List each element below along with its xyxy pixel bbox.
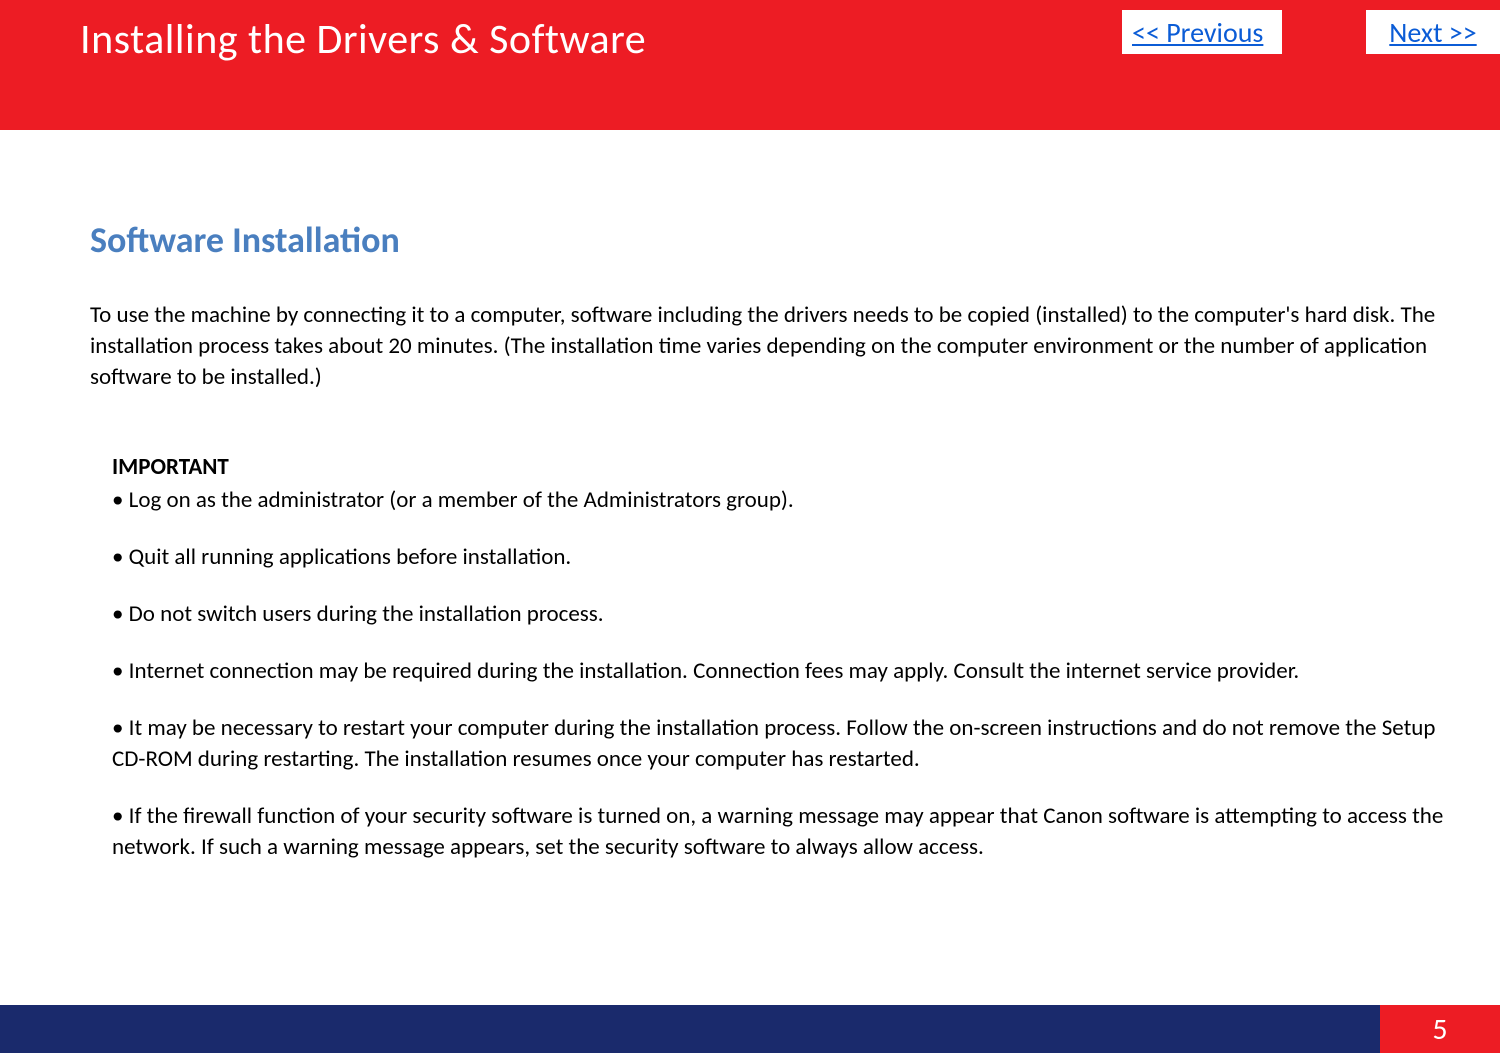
bullet-item: • If the firewall function of your secur… [112,801,1472,863]
intro-paragraph: To use the machine by connecting it to a… [90,300,1475,393]
important-block: IMPORTANT • Log on as the administrator … [112,452,1472,889]
bullet-item: • Log on as the administrator (or a memb… [112,485,1472,516]
bullet-item: • Do not switch users during the install… [112,599,1472,630]
footer-bar [0,1005,1500,1053]
previous-link[interactable]: << Previous [1132,15,1263,50]
bullet-item: • It may be necessary to restart your co… [112,713,1472,775]
bullet-item: • Quit all running applications before i… [112,542,1472,573]
page-title: Installing the Drivers & Software [80,14,646,65]
page-number: 5 [1380,1005,1500,1053]
section-heading: Software Installation [90,218,400,262]
bullet-item: • Internet connection may be required du… [112,656,1472,687]
next-button[interactable]: Next >> [1366,10,1500,54]
next-link[interactable]: Next >> [1389,15,1476,50]
important-label: IMPORTANT [112,452,1472,483]
header-bar: Installing the Drivers & Software << Pre… [0,0,1500,130]
previous-button[interactable]: << Previous [1122,10,1282,54]
